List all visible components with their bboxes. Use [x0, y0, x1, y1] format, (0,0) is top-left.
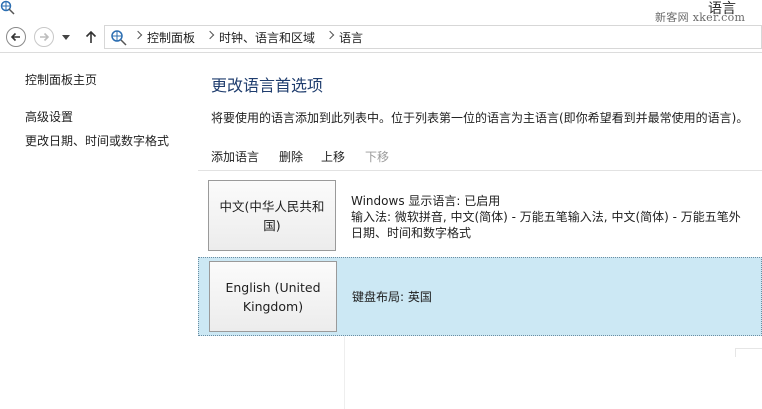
- language-app-icon: [0, 0, 15, 15]
- back-button[interactable]: [6, 27, 26, 47]
- language-list-item-selected[interactable]: English (United Kingdom) 键盘布局: 英国: [198, 257, 762, 336]
- move-down-button[interactable]: 下移: [365, 148, 389, 165]
- forward-button[interactable]: [34, 27, 54, 47]
- language-list-item[interactable]: 中文(中华人民共和国) Windows 显示语言: 已启用 输入法: 微软拼音,…: [198, 176, 762, 256]
- language-detail-line: Windows 显示语言: 已启用: [351, 194, 501, 208]
- breadcrumb-language[interactable]: 语言: [339, 29, 363, 46]
- language-options-button[interactable]: 中文(中华人民共和国): [208, 180, 336, 251]
- breadcrumb-separator[interactable]: [133, 30, 143, 40]
- navigation-bar: 控制面板 时钟、语言和区域 语言: [0, 22, 762, 53]
- language-detail-line: 键盘布局: 英国: [352, 290, 432, 304]
- address-bar[interactable]: 控制面板 时钟、语言和区域 语言: [104, 25, 762, 49]
- breadcrumb-separator[interactable]: [205, 30, 215, 40]
- breadcrumb-separator[interactable]: [325, 30, 335, 40]
- breadcrumb-clock-language-region[interactable]: 时钟、语言和区域: [219, 29, 315, 46]
- language-options-button[interactable]: English (United Kingdom): [209, 261, 337, 332]
- language-name: 中文(中华人民共和国): [219, 198, 325, 233]
- change-date-format-link[interactable]: 更改日期、时间或数字格式: [25, 132, 169, 149]
- toolbar-divider: [198, 170, 762, 171]
- empty-list-area: [735, 348, 762, 357]
- language-detail-line: 输入法: 微软拼音, 中文(简体) - 万能五笔输入法, 中文(简体) - 万能…: [351, 210, 741, 224]
- language-location-icon: [111, 30, 127, 46]
- page-description: 将要使用的语言添加到此列表中。位于列表第一位的语言为主语言(即你希望看到并最常使…: [211, 111, 749, 125]
- breadcrumb-control-panel[interactable]: 控制面板: [147, 29, 195, 46]
- language-name: English (United Kingdom): [225, 279, 321, 314]
- recent-locations-dropdown[interactable]: [62, 35, 70, 40]
- up-arrow-icon[interactable]: [84, 30, 98, 44]
- advanced-settings-link[interactable]: 高级设置: [25, 108, 73, 125]
- arrow-right-icon: [40, 32, 50, 42]
- remove-button[interactable]: 删除: [279, 148, 303, 165]
- page-title: 更改语言首选项: [211, 76, 324, 95]
- language-detail-line: 日期、时间和数字格式: [351, 226, 472, 240]
- title-bar: 语言: [0, 0, 762, 22]
- list-column-divider: [344, 336, 345, 409]
- control-panel-home-link[interactable]: 控制面板主页: [25, 71, 97, 88]
- move-up-button[interactable]: 上移: [321, 148, 345, 165]
- add-language-button[interactable]: 添加语言: [211, 148, 259, 165]
- arrow-left-icon: [10, 32, 20, 42]
